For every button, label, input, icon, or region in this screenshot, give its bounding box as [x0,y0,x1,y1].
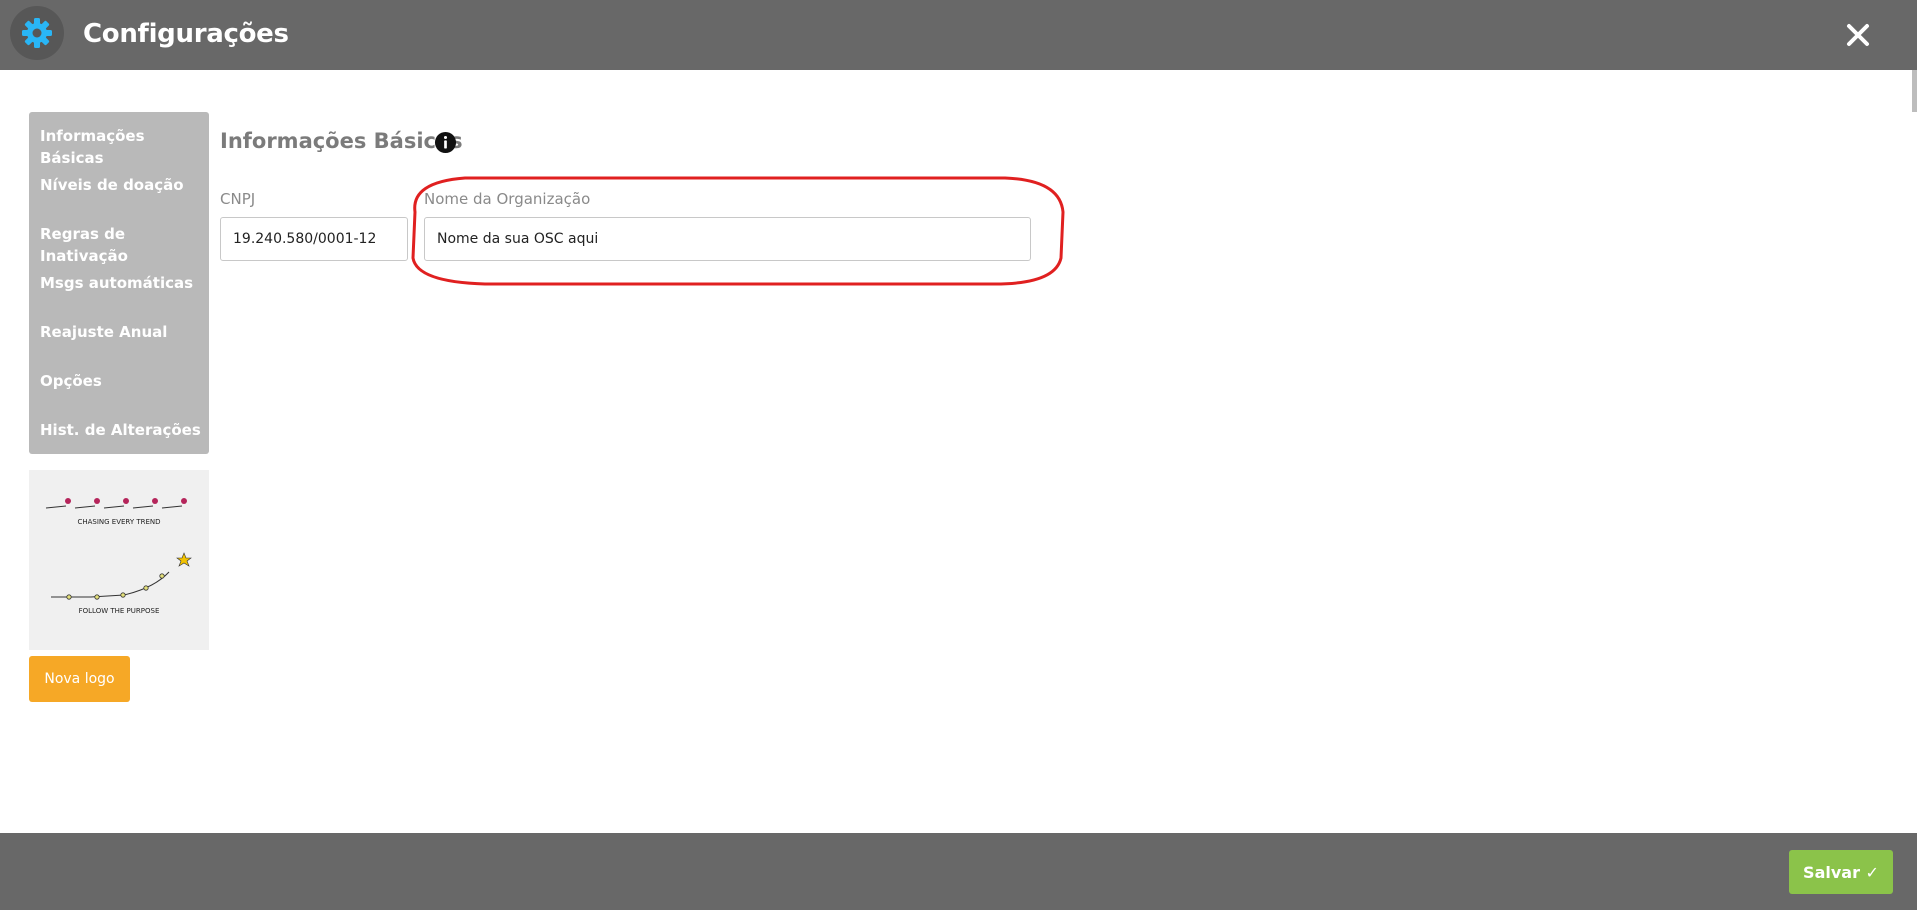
header-bar: Configurações [0,0,1917,70]
settings-badge [10,6,64,60]
save-button[interactable]: Salvar ✓ [1789,850,1893,894]
close-button[interactable] [1843,20,1873,50]
new-logo-button[interactable]: Nova logo [29,656,130,702]
settings-sidebar: Informações Básicas Níveis de doação Reg… [29,112,209,454]
cnpj-label: CNPJ [220,190,256,208]
organization-name-label: Nome da Organização [424,190,591,208]
close-icon [1847,24,1869,46]
footer-bar [0,833,1917,910]
sidebar-item-regras-de-inativacao[interactable]: Regras de Inativação [29,223,209,272]
logo-illustration: CHASING EVERY TREND FOLLOW THE PURPOSE [45,498,192,615]
section-title: Informações Básicas [220,129,463,153]
scrollbar[interactable] [1912,70,1917,112]
sidebar-item-niveis-de-doacao[interactable]: Níveis de doação [29,174,209,223]
cnpj-field[interactable] [220,217,408,261]
gear-icon [22,18,52,48]
logo-caption-bottom: FOLLOW THE PURPOSE [79,607,160,615]
window-title: Configurações [83,19,289,49]
sidebar-item-hist-de-alteracoes[interactable]: Hist. de Alterações [29,419,209,468]
organization-name-field[interactable] [424,217,1031,261]
logo-preview: CHASING EVERY TREND FOLLOW THE PURPOSE [29,470,209,650]
sidebar-item-reajuste-anual[interactable]: Reajuste Anual [29,321,209,370]
info-icon[interactable] [434,131,457,154]
logo-caption-top: CHASING EVERY TREND [77,518,160,526]
sidebar-item-informacoes-basicas[interactable]: Informações Básicas [29,125,209,174]
sidebar-item-opcoes[interactable]: Opções [29,370,209,419]
sidebar-item-msgs-automaticas[interactable]: Msgs automáticas [29,272,209,321]
